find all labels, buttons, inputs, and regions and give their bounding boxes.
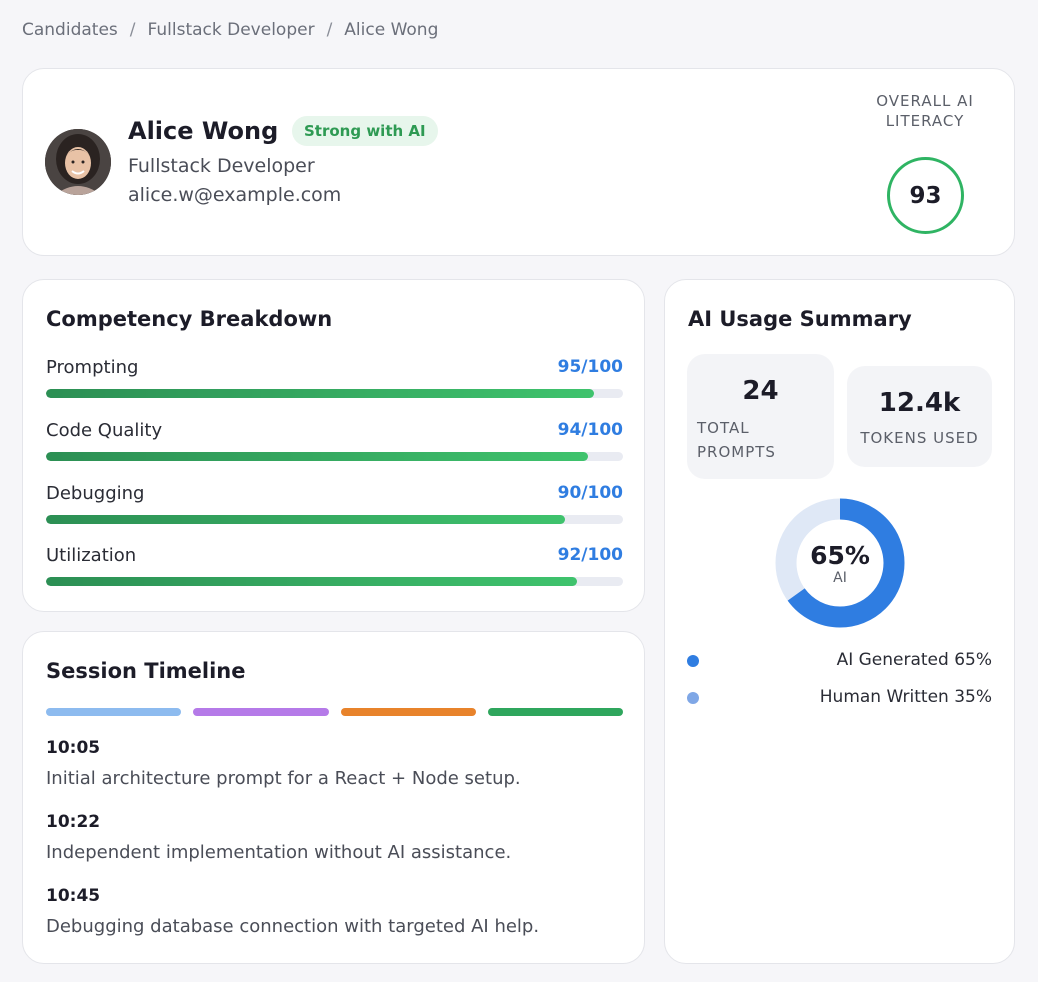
competency-score: 94/100 <box>557 420 623 440</box>
competency-bar-fill <box>46 577 577 586</box>
timeline-segment[interactable] <box>487 708 623 716</box>
competency-score: 95/100 <box>557 357 623 377</box>
competency-row-utilization: Utilization 92/100 <box>46 545 623 595</box>
breadcrumb-current: Alice Wong <box>344 20 439 40</box>
timeline-event-text: Initial architecture prompt for a React … <box>46 768 521 789</box>
donut-center-value: 65% <box>810 541 870 570</box>
timeline-event-text: Independent implementation without AI as… <box>46 842 512 863</box>
tokens-used-label: TOKENS USED <box>860 429 979 447</box>
competency-label: Code Quality <box>46 420 163 441</box>
timeline-segment[interactable] <box>340 708 476 716</box>
breadcrumb-role-link[interactable]: Fullstack Developer <box>148 20 315 40</box>
competency-bar-track <box>46 515 623 524</box>
breadcrumb: Candidates / Fullstack Developer / Alice… <box>22 20 438 40</box>
status-badge: Strong with AI <box>292 116 438 146</box>
candidate-profile-card: Alice Wong Strong with AI Fullstack Deve… <box>22 68 1015 256</box>
competency-bar-fill <box>46 515 566 524</box>
literacy-score-value: 93 <box>909 182 942 209</box>
candidate-email: alice.w@example.com <box>128 184 342 206</box>
total-prompts-stat: 24 TOTAL PROMPTS <box>687 354 834 479</box>
breadcrumb-separator: / <box>129 20 136 40</box>
timeline-segment[interactable] <box>46 708 182 716</box>
literacy-label: OVERALL AI LITERACY <box>876 92 974 130</box>
tokens-used-value: 12.4k <box>878 388 961 418</box>
competency-label: Debugging <box>46 483 145 504</box>
competency-row-code-quality: Code Quality 94/100 <box>46 420 623 470</box>
timeline-title: Session Timeline <box>46 659 246 683</box>
competency-score: 92/100 <box>557 545 623 565</box>
donut-center-label: AI <box>833 570 847 586</box>
timeline-event-text: Debugging database connection with targe… <box>46 916 540 937</box>
total-prompts-label: TOTAL PROMPTS <box>697 419 776 461</box>
session-timeline-card: Session Timeline 10:05 Initial architect… <box>22 631 645 964</box>
breadcrumb-candidates-link[interactable]: Candidates <box>22 20 118 40</box>
competency-row-debugging: Debugging 90/100 <box>46 483 623 533</box>
competency-bar-fill <box>46 389 595 398</box>
competency-score: 90/100 <box>557 483 623 503</box>
competency-label: Utilization <box>46 545 137 566</box>
usage-title: AI Usage Summary <box>688 307 912 331</box>
literacy-score: 93 <box>887 157 964 234</box>
timeline-segments <box>46 708 623 716</box>
competency-title: Competency Breakdown <box>46 307 333 331</box>
competency-row-prompting: Prompting 95/100 <box>46 357 623 407</box>
competency-bar-fill <box>46 452 589 461</box>
timeline-event-time: 10:45 <box>46 886 101 906</box>
timeline-event: 10:05 Initial architecture prompt for a … <box>46 738 623 789</box>
legend-label: AI Generated 65% <box>836 650 992 670</box>
timeline-event-time: 10:22 <box>46 812 101 832</box>
competency-bar-track <box>46 452 623 461</box>
timeline-event: 10:22 Independent implementation without… <box>46 812 623 863</box>
tokens-used-stat: 12.4k TOKENS USED <box>847 366 992 467</box>
competency-bar-track <box>46 577 623 586</box>
timeline-event-time: 10:05 <box>46 738 101 758</box>
legend-dot <box>687 692 699 704</box>
candidate-name: Alice Wong <box>128 117 279 145</box>
competency-card: Competency Breakdown Prompting 95/100 Co… <box>22 279 645 612</box>
legend-human-written: Human Written 35% <box>687 687 992 709</box>
avatar-image <box>45 129 111 195</box>
breadcrumb-separator: / <box>326 20 333 40</box>
legend-label: Human Written 35% <box>819 687 992 707</box>
ai-usage-summary-card: AI Usage Summary 24 TOTAL PROMPTS 12.4k … <box>664 279 1015 964</box>
competency-label: Prompting <box>46 357 139 378</box>
timeline-event: 10:45 Debugging database connection with… <box>46 886 623 937</box>
candidate-role: Fullstack Developer <box>128 155 315 177</box>
total-prompts-value: 24 <box>742 376 779 406</box>
legend-dot <box>687 655 699 667</box>
competency-bar-track <box>46 389 623 398</box>
timeline-segment[interactable] <box>193 708 329 716</box>
avatar <box>45 129 111 195</box>
ai-usage-donut: 65% AI <box>775 498 905 628</box>
legend-ai-generated: AI Generated 65% <box>687 650 992 672</box>
